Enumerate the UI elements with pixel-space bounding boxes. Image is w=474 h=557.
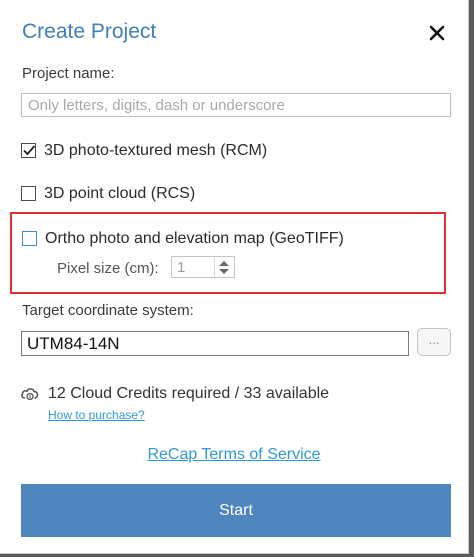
stepper-down-icon[interactable]	[219, 269, 229, 274]
dialog-title: Create Project	[22, 20, 157, 43]
ortho-option-highlight	[10, 212, 446, 294]
pixel-size-stepper[interactable]: 1	[171, 256, 235, 278]
mesh-checkbox[interactable]	[21, 143, 36, 158]
cloud-credits-text: 12 Cloud Credits required / 33 available	[48, 385, 330, 402]
pixel-size-label: Pixel size (cm):	[57, 260, 159, 277]
close-icon	[429, 25, 445, 41]
point-cloud-checkbox[interactable]	[21, 186, 36, 201]
terms-of-service-link[interactable]: ReCap Terms of Service	[0, 446, 468, 464]
pixel-size-value: 1	[177, 259, 186, 276]
coordinate-system-input[interactable]	[21, 331, 409, 356]
coordinate-system-label: Target coordinate system:	[22, 302, 194, 319]
checkmark-icon	[23, 145, 36, 156]
create-project-dialog: Create Project Project name: 3D photo-te…	[0, 0, 469, 554]
start-button[interactable]: Start	[21, 484, 451, 537]
point-cloud-option-label[interactable]: 3D point cloud (RCS)	[44, 185, 195, 203]
stepper-up-icon[interactable]	[219, 261, 229, 266]
how-to-purchase-link[interactable]: How to purchase?	[48, 408, 145, 422]
ortho-option-label[interactable]: Ortho photo and elevation map (GeoTIFF)	[45, 230, 344, 248]
stepper-arrows	[214, 257, 234, 277]
close-button[interactable]	[424, 20, 450, 46]
browse-coordinate-button[interactable]: ...	[417, 328, 451, 356]
project-name-input[interactable]	[21, 93, 451, 117]
cloud-credits-icon	[21, 388, 39, 401]
ortho-checkbox[interactable]	[22, 231, 37, 246]
project-name-label: Project name:	[22, 65, 115, 82]
mesh-option-label[interactable]: 3D photo-textured mesh (RCM)	[44, 142, 267, 160]
